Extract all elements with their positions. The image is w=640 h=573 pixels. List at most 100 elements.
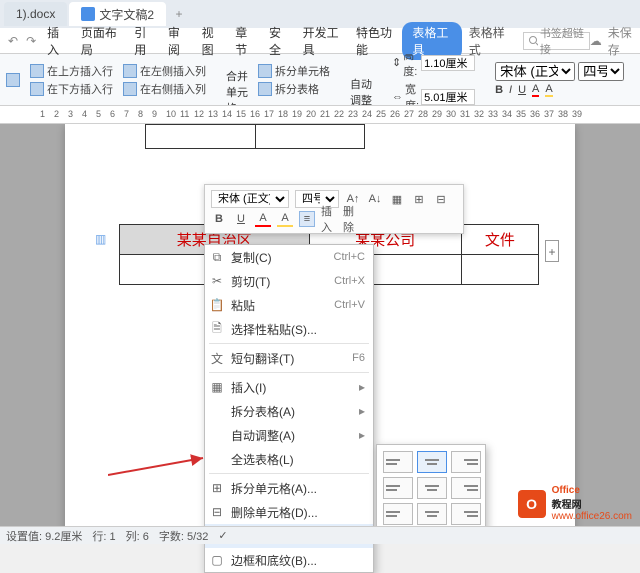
ruler-tick: 9 [152,109,157,119]
tab-doc1[interactable]: 1).docx [4,2,67,26]
align-mid-left[interactable] [383,477,413,499]
mini-align[interactable]: ≡ [299,211,315,227]
ctx-autofit[interactable]: 自动调整(A)▸ [205,423,373,447]
menu-tablestyle[interactable]: 表格样式 [462,24,515,58]
align-bot-right[interactable] [451,503,481,525]
italic-button[interactable]: I [509,84,512,96]
align-top-right[interactable] [451,451,481,473]
split-cell-icon [258,64,272,78]
new-tab-button[interactable]: + [168,3,190,25]
search-box[interactable]: 书签超链接 [523,32,590,50]
ruler-tick: 30 [446,109,456,119]
menu-security[interactable]: 安全 [262,24,296,58]
insert-icon: ▦ [210,380,224,394]
top-table[interactable] [145,124,365,149]
menu-chapter[interactable]: 章节 [228,24,262,58]
ribbon: 在上方插入行 在下方插入行 在左侧插入列 在右侧插入列 合并单元格 拆分单元格 … [0,54,640,106]
highlight-button[interactable]: A [545,83,552,97]
mini-fontcolor[interactable]: A [255,211,271,227]
insert-col-left[interactable]: 在左侧插入列 [123,63,206,79]
height-input[interactable] [421,55,475,71]
ruler-tick: 1 [40,109,45,119]
align-bot-center[interactable] [417,503,447,525]
menu-feature[interactable]: 特色功能 [349,24,402,58]
ruler-tick: 32 [474,109,484,119]
row-height[interactable]: ⇕高度: [392,54,475,79]
mini-insert-btn[interactable]: 插入 [321,211,337,227]
align-mid-center[interactable] [417,477,447,499]
menu-reference[interactable]: 引用 [127,24,161,58]
ctx-paste-special[interactable]: 🗎选择性粘贴(S)... [205,317,373,341]
horizontal-ruler[interactable]: 1234567891011121314151617181920212223242… [0,106,640,124]
ruler-tick: 6 [110,109,115,119]
insert-row-below[interactable]: 在下方插入行 [30,81,113,97]
unsaved-label: 未保存 [608,24,634,58]
menu-dev[interactable]: 开发工具 [296,24,349,58]
mini-table-icon[interactable]: ▦ [389,191,405,207]
width-icon: ⇔ [392,91,403,103]
menu-layout[interactable]: 页面布局 [74,24,127,58]
ctx-split-cell[interactable]: ⊞拆分单元格(A)... [205,476,373,500]
ruler-tick: 39 [572,109,582,119]
col-left-icon [123,64,137,78]
merge-cells[interactable]: 合并单元格 [226,68,248,107]
bold-button[interactable]: B [495,84,503,96]
split-cell[interactable]: 拆分单元格 [258,63,330,79]
mini-delete-btn[interactable]: 删除 [343,211,359,227]
cell-file[interactable]: 文件 [461,225,538,255]
auto-fit[interactable]: 自动调整 [350,76,372,107]
mini-bold[interactable]: B [211,211,227,227]
menu-review[interactable]: 审阅 [161,24,195,58]
separator [209,473,369,474]
ruler-tick: 22 [334,109,344,119]
cloud-icon[interactable]: ☁ [590,34,602,48]
tab-doc2[interactable]: 文字文稿2 [69,2,166,26]
ctx-paste[interactable]: 📋粘贴Ctrl+V [205,293,373,317]
width-input[interactable] [421,89,475,105]
ribbon-font-select[interactable]: 宋体 (正文) [495,62,575,81]
redo-icon[interactable]: ↷ [26,34,36,48]
fontcolor-button[interactable]: A [532,83,539,97]
status-position: 设置值: 9.2厘米 [6,528,82,544]
ruler-tick: 3 [68,109,73,119]
ctx-cut[interactable]: ✂剪切(T)Ctrl+X [205,269,373,293]
ruler-tick: 25 [376,109,386,119]
mini-underline[interactable]: U [233,211,249,227]
ribbon-size-select[interactable]: 四号 [578,62,624,81]
split-table[interactable]: 拆分表格 [258,81,330,97]
ctx-delete-cell[interactable]: ⊟删除单元格(D)... [205,500,373,524]
ctx-insert[interactable]: ▦插入(I)▸ [205,375,373,399]
col-width[interactable]: ⇔宽度: [392,81,475,107]
watermark: O Office教程网 www.office26.com [518,485,632,522]
spellcheck-icon[interactable]: ✓ [218,529,227,542]
underline-button[interactable]: U [518,84,526,96]
undo-icon[interactable]: ↶ [8,34,18,48]
add-column-handle[interactable]: + [545,240,559,262]
chevron-right-icon: ▸ [359,428,365,442]
ctx-border[interactable]: ▢边框和底纹(B)... [205,548,373,572]
ctx-copy[interactable]: ⧉复制(C)Ctrl+C [205,245,373,269]
shrink-font-icon[interactable]: A↓ [367,191,383,207]
delete-button[interactable] [6,73,20,87]
align-top-center[interactable] [417,451,447,473]
ctx-translate[interactable]: 文短句翻译(T)F6 [205,346,373,370]
separator [209,372,369,373]
mini-delete-icon[interactable]: ⊟ [433,191,449,207]
insert-col-right[interactable]: 在右侧插入列 [123,81,206,97]
align-bot-left[interactable] [383,503,413,525]
insert-row-above[interactable]: 在上方插入行 [30,63,113,79]
menu-view[interactable]: 视图 [195,24,229,58]
page-indicator-icon: ▥ [95,232,106,246]
mini-highlight[interactable]: A [277,211,293,227]
mini-font-select[interactable]: 宋体 (正文) [211,190,289,208]
ctx-split-table[interactable]: 拆分表格(A)▸ [205,399,373,423]
ctx-select-all[interactable]: 全选表格(L) [205,447,373,471]
ruler-tick: 21 [320,109,330,119]
menu-insert[interactable]: 插入 [40,24,74,58]
mini-insert-icon[interactable]: ⊞ [411,191,427,207]
align-top-left[interactable] [383,451,413,473]
align-mid-right[interactable] [451,477,481,499]
ruler-tick: 20 [306,109,316,119]
ruler-tick: 28 [418,109,428,119]
ribbon-delete-group [6,73,20,87]
